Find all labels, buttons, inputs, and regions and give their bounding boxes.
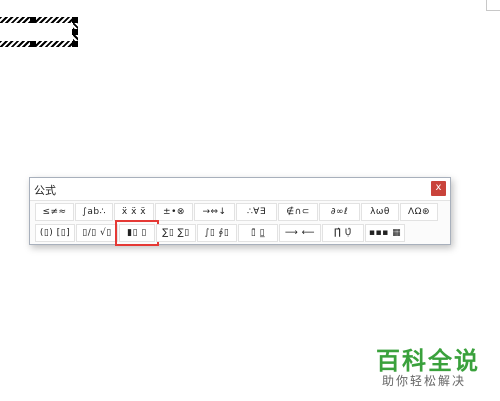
logic-palette-button[interactable]: ∴∀∃ — [236, 203, 277, 221]
misc-symbols-palette-button[interactable]: ∂∞ℓ — [319, 203, 360, 221]
relations-palette-button[interactable]: ≤≠≈ — [35, 203, 74, 221]
summation-templates-palette-button[interactable]: ∑▯ ∑▯ — [156, 224, 196, 242]
symbol-palette-row: ≤≠≈ ∫ab∴ ẍ ẍ ẍ ±•⊗ →⇔↓ ∴∀∃ ∉∩⊂ ∂∞ℓ λωθ Λ… — [35, 203, 439, 222]
subscript-superscript-templates-palette-button[interactable]: ▮▯ ▯ — [115, 220, 159, 246]
underbar-overbar-templates-palette-button[interactable]: ▯̄ ▯̲ — [238, 224, 278, 242]
fence-templates-palette-button[interactable]: (▯) [▯] — [35, 224, 75, 242]
text-box-border-top — [0, 17, 78, 23]
fraction-radical-templates-palette-button[interactable]: ▯/▯ √▯ — [76, 224, 118, 242]
operators-palette-button[interactable]: ±•⊗ — [155, 203, 193, 221]
template-palette-row: (▯) [▯] ▯/▯ √▯ ▮▯ ▯ ∑▯ ∑▯ ∫▯ ∮▯ ▯̄ ▯̲ ⟶ … — [35, 220, 406, 246]
selected-text-box[interactable] — [0, 17, 78, 47]
page-margin-marker — [486, 0, 487, 10]
embellishments-palette-button[interactable]: ẍ ẍ ẍ — [114, 203, 154, 221]
products-set-templates-palette-button[interactable]: ∏̂ Ụ̂ — [322, 224, 364, 242]
watermark-title: 百科全说 — [376, 347, 480, 375]
greek-uppercase-palette-button[interactable]: ΛΩ⊛ — [400, 203, 438, 221]
set-theory-palette-button[interactable]: ∉∩⊂ — [278, 203, 318, 221]
equation-toolbar-title: 公式 — [34, 184, 56, 197]
resize-handle-top[interactable] — [30, 17, 36, 23]
resize-handle-bottom[interactable] — [30, 41, 36, 47]
text-box-border-bottom — [0, 41, 78, 47]
watermark-subtitle: 助你轻松解决 — [382, 374, 467, 388]
integral-templates-palette-button[interactable]: ∫▯ ∮▯ — [197, 224, 237, 242]
matrix-templates-palette-button[interactable]: ▪▪▪ ▦ — [365, 224, 405, 242]
spaces-ellipses-palette-button[interactable]: ∫ab∴ — [75, 203, 113, 221]
arrows-palette-button[interactable]: →⇔↓ — [194, 203, 235, 221]
page-margin-marker-horizontal — [486, 10, 500, 11]
equation-toolbar-titlebar[interactable]: 公式 x — [30, 178, 450, 201]
resize-handle-bottom-right[interactable] — [72, 41, 78, 47]
resize-handle-top-right[interactable] — [72, 17, 78, 23]
equation-toolbar: 公式 x ≤≠≈ ∫ab∴ ẍ ẍ ẍ ±•⊗ →⇔↓ ∴∀∃ ∉∩⊂ ∂∞ℓ … — [29, 177, 451, 246]
resize-handle-right[interactable] — [72, 29, 78, 35]
close-button[interactable]: x — [431, 181, 446, 196]
labeled-arrow-templates-palette-button[interactable]: ⟶ ⟵ — [279, 224, 321, 242]
greek-lowercase-palette-button[interactable]: λωθ — [361, 203, 399, 221]
